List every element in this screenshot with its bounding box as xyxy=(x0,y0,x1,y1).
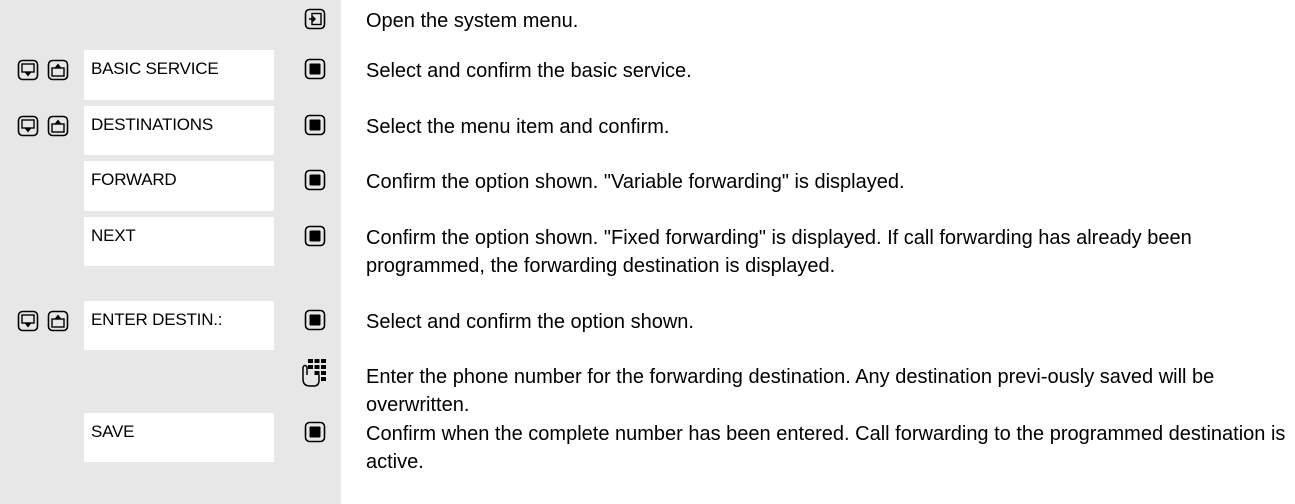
menu-label-save: SAVE xyxy=(84,413,274,462)
scroll-down-key-icon[interactable] xyxy=(17,59,39,81)
scroll-up-key-icon[interactable] xyxy=(47,310,69,332)
step-text: Confirm the option shown. "Variable forw… xyxy=(366,171,905,193)
step-row-enter-number: Enter the phone number for the forwardin… xyxy=(0,356,1295,416)
step-row-enter-destination: ENTER DESTIN.: Select and confirm the op… xyxy=(0,301,1295,350)
ok-key-icon[interactable] xyxy=(304,225,326,247)
step-row-basic-service: BASIC SERVICE Select and confirm the bas… xyxy=(0,50,1295,100)
ok-key-icon[interactable] xyxy=(304,114,326,136)
step-text: Enter the phone number for the forwardin… xyxy=(366,366,1215,416)
keypad-icon[interactable] xyxy=(299,358,329,388)
step-text: Select the menu item and confirm. xyxy=(366,116,670,138)
ok-key-icon[interactable] xyxy=(304,421,326,443)
step-text: Select and confirm the basic service. xyxy=(366,60,692,82)
step-row-forward: FORWARD Confirm the option shown. "Varia… xyxy=(0,161,1295,211)
menu-label-next: NEXT xyxy=(84,217,274,266)
step-row-save: SAVE Confirm when the complete number ha… xyxy=(0,413,1295,473)
step-text: Select and confirm the option shown. xyxy=(366,311,694,333)
menu-label-forward: FORWARD xyxy=(84,161,274,211)
step-text: Open the system menu. xyxy=(366,10,579,32)
scroll-down-key-icon[interactable] xyxy=(17,115,39,137)
scroll-down-key-icon[interactable] xyxy=(17,310,39,332)
ok-key-icon[interactable] xyxy=(304,169,326,191)
step-row-destinations: DESTINATIONS Select the menu item and co… xyxy=(0,106,1295,155)
scroll-up-key-icon[interactable] xyxy=(47,115,69,137)
step-text: Confirm when the complete number has bee… xyxy=(366,423,1286,473)
scroll-up-key-icon[interactable] xyxy=(47,59,69,81)
menu-label-enter-destination: ENTER DESTIN.: xyxy=(84,301,274,350)
step-text: Confirm the option shown. "Fixed forward… xyxy=(366,227,1192,277)
menu-label-destinations: DESTINATIONS xyxy=(84,106,274,155)
step-row-open-menu: Open the system menu. xyxy=(0,0,1295,44)
ok-key-icon[interactable] xyxy=(304,58,326,80)
step-row-next: NEXT Confirm the option shown. "Fixed fo… xyxy=(0,217,1295,277)
ok-key-icon[interactable] xyxy=(304,309,326,331)
menu-key-icon[interactable] xyxy=(304,8,326,30)
menu-label-basic-service: BASIC SERVICE xyxy=(84,50,274,100)
